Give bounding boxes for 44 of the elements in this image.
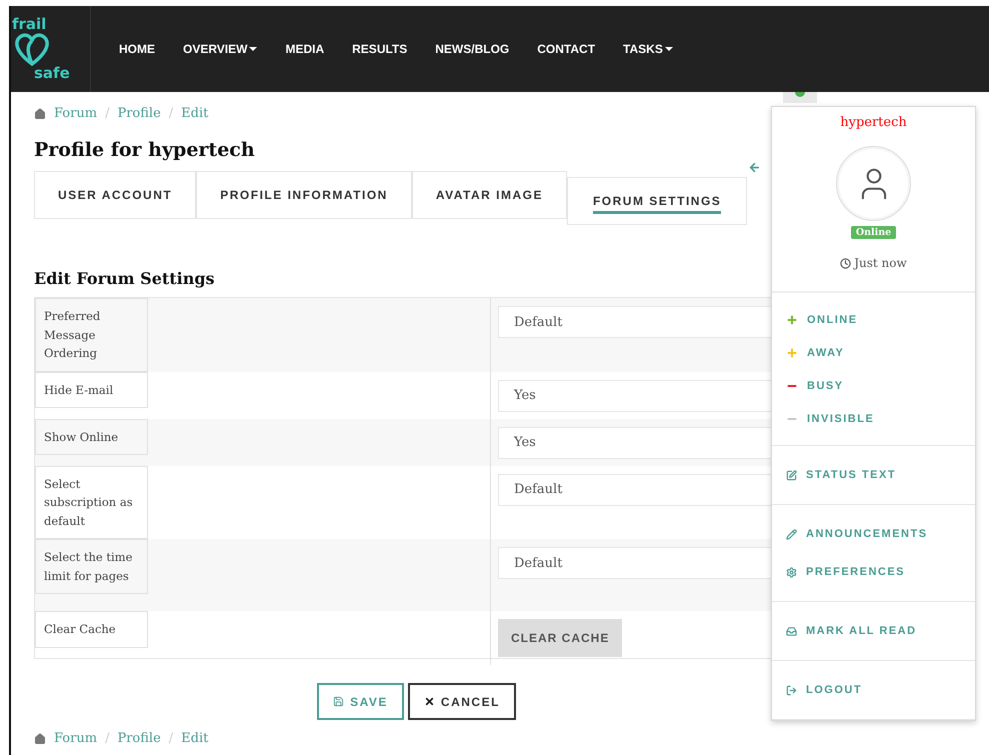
save-icon (333, 696, 344, 707)
breadcrumb-separator: / (105, 731, 110, 746)
caret-icon (249, 47, 258, 51)
clock-icon (840, 258, 852, 268)
clear-cache-button[interactable]: CLEAR CACHE (498, 619, 622, 657)
pencil-icon (786, 528, 797, 540)
home-icon (34, 108, 46, 120)
nav-link[interactable]: TASKS (623, 42, 673, 56)
logo[interactable]: frail safe (11, 6, 91, 92)
setting-label: Select subscription as default (35, 466, 148, 539)
nav-link[interactable]: NEWS/BLOG (435, 42, 510, 56)
setting-label: Preferred Message Ordering (35, 298, 148, 372)
last-seen: Just now (854, 256, 907, 270)
nav-link[interactable]: CONTACT (537, 42, 596, 56)
nav-link[interactable]: MEDIA (285, 42, 324, 56)
section-heading: Edit Forum Settings (34, 269, 216, 288)
heart-icon (12, 32, 52, 66)
tab[interactable]: AVATAR IMAGE (412, 171, 567, 219)
page-title: Profile for hypertech (34, 139, 256, 161)
caret-icon (664, 47, 673, 51)
back-arrow-icon[interactable] (748, 161, 761, 174)
setting-label: Hide E-mail (35, 372, 148, 408)
nav-link[interactable]: HOME (119, 42, 155, 56)
breadcrumb-separator: / (168, 106, 174, 121)
setting-label: Clear Cache (35, 611, 148, 648)
setting-label: Show Online (35, 418, 148, 455)
cancel-button[interactable]: CANCEL (408, 683, 516, 720)
logout-icon (786, 684, 797, 696)
tab[interactable]: PROFILE INFORMATION (196, 171, 412, 219)
home-icon (34, 732, 46, 744)
tab[interactable]: FORUM SETTINGS (566, 177, 748, 225)
close-icon (424, 696, 435, 707)
tab[interactable]: USER ACCOUNT (34, 171, 196, 219)
inbox-icon (786, 626, 797, 636)
username: hypertech (840, 115, 907, 130)
user-menu-button[interactable] (783, 92, 817, 103)
breadcrumb-separator: / (105, 106, 110, 121)
settings-icon (786, 566, 797, 578)
setting-label: Select the time limit for pages (35, 539, 148, 594)
edit-icon (786, 470, 797, 480)
nav-link[interactable]: RESULTS (352, 42, 408, 56)
presence-badge: Online (850, 226, 896, 239)
nav-link[interactable]: OVERVIEW (183, 42, 258, 56)
breadcrumb-separator: / (168, 731, 174, 746)
